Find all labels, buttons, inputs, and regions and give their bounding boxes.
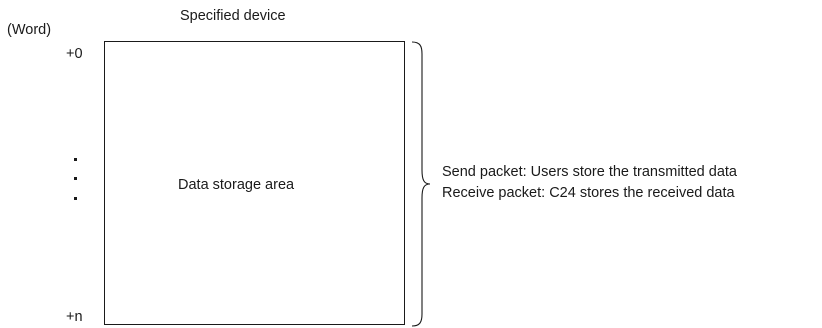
curly-brace-icon xyxy=(411,41,431,327)
offset-start-label: +0 xyxy=(66,46,83,62)
data-storage-area-label: Data storage area xyxy=(178,177,295,193)
unit-label: (Word) xyxy=(7,22,52,38)
ellipsis-dot xyxy=(74,177,77,180)
offset-end-label: +n xyxy=(66,309,83,325)
ellipsis-dot xyxy=(74,158,77,161)
receive-packet-note: Receive packet: C24 stores the received … xyxy=(442,185,735,201)
ellipsis-dot xyxy=(74,197,77,200)
send-packet-note: Send packet: Users store the transmitted… xyxy=(442,164,737,180)
device-label: Specified device xyxy=(180,8,286,24)
